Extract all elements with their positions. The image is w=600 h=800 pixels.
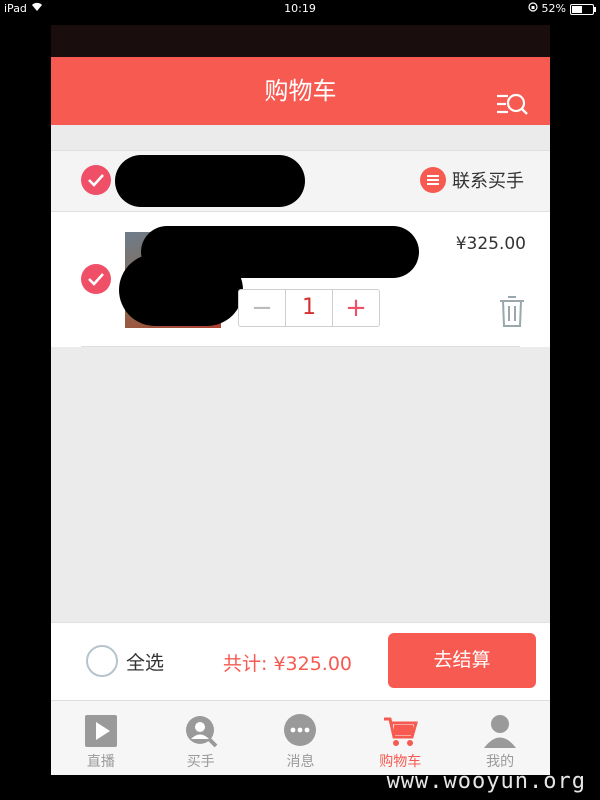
battery-icon bbox=[570, 3, 596, 15]
select-all-toggle[interactable]: 全选 bbox=[86, 645, 164, 677]
select-all-label: 全选 bbox=[126, 651, 165, 674]
total-price: 共计: ¥325.00 bbox=[223, 653, 353, 675]
chat-list-icon bbox=[420, 167, 446, 193]
redacted-product-image bbox=[119, 254, 243, 326]
redacted-shop-name bbox=[115, 155, 305, 207]
page-title: 购物车 bbox=[264, 77, 337, 105]
decrease-button[interactable]: − bbox=[239, 290, 285, 326]
tab-messages[interactable]: 消息 bbox=[251, 701, 351, 775]
contact-buyer-label: 联系买手 bbox=[452, 171, 524, 192]
navbar: 购物车 bbox=[51, 57, 550, 125]
checkout-bar: 全选 共计: ¥325.00 去结算 bbox=[51, 622, 550, 701]
contact-buyer-button[interactable]: 联系买手 bbox=[420, 167, 524, 193]
menu-search-icon[interactable] bbox=[496, 77, 528, 115]
status-time: 10:19 bbox=[284, 2, 316, 15]
tab-cart[interactable]: 购物车 bbox=[350, 701, 450, 775]
checkout-button[interactable]: 去结算 bbox=[388, 633, 536, 688]
buyer-search-icon bbox=[183, 713, 219, 749]
tab-buyer[interactable]: 买手 bbox=[151, 701, 251, 775]
tab-label: 消息 bbox=[286, 754, 315, 770]
quantity-value[interactable]: 1 bbox=[285, 290, 333, 326]
watermark: www.wooyun.org bbox=[386, 769, 586, 794]
profile-icon bbox=[482, 713, 518, 749]
app-screen: 购物车 联系买手 ¥325.00 − 1 + 全选 共计: ¥325.00 去结… bbox=[51, 25, 550, 775]
tab-label: 买手 bbox=[186, 754, 215, 770]
orientation-lock-icon bbox=[527, 0, 538, 18]
increase-button[interactable]: + bbox=[333, 290, 379, 326]
cart-item: ¥325.00 − 1 + bbox=[51, 212, 550, 347]
item-divider bbox=[81, 346, 520, 347]
status-right: 52% bbox=[527, 0, 596, 18]
item-price: ¥325.00 bbox=[455, 234, 526, 254]
select-all-circle-icon bbox=[86, 645, 118, 677]
tab-bar: 直播 买手 消息 购物车 我的 bbox=[51, 700, 550, 775]
quantity-stepper: − 1 + bbox=[238, 289, 380, 327]
play-icon bbox=[83, 713, 119, 749]
item-checkbox[interactable] bbox=[81, 264, 111, 294]
trash-icon[interactable] bbox=[498, 294, 526, 332]
shop-checkbox[interactable] bbox=[81, 165, 111, 195]
cart-icon bbox=[382, 713, 419, 749]
shop-header: 联系买手 bbox=[51, 150, 550, 212]
tab-profile[interactable]: 我的 bbox=[450, 701, 550, 775]
tab-label: 我的 bbox=[486, 754, 515, 770]
battery-percent: 52% bbox=[541, 2, 566, 15]
tab-label: 直播 bbox=[86, 754, 115, 770]
tab-live[interactable]: 直播 bbox=[51, 701, 151, 775]
tab-label: 购物车 bbox=[379, 754, 422, 770]
status-bar: iPad 10:19 52% bbox=[0, 0, 600, 18]
message-icon bbox=[282, 713, 318, 749]
top-strip bbox=[51, 25, 550, 57]
